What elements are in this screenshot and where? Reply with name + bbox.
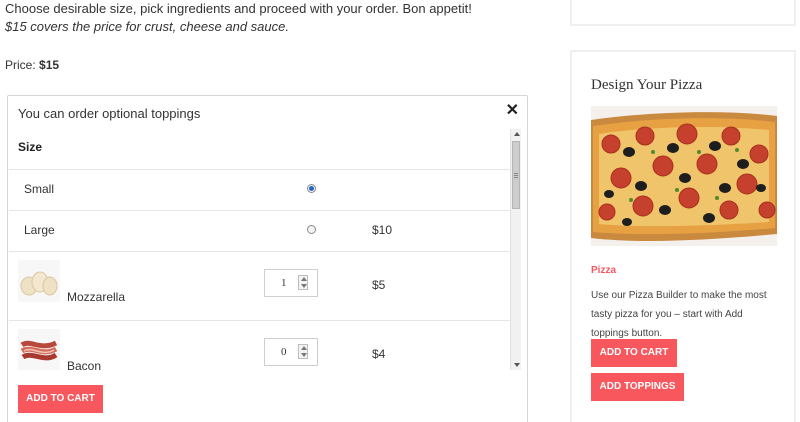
topping-label: Bacon [67,359,102,370]
scroll-down-icon[interactable] [514,363,520,367]
mozzarella-image [18,260,60,302]
quantity-stepper-mozzarella[interactable]: 1 [264,269,318,297]
widget-title: Design Your Pizza [591,77,703,93]
add-toppings-button[interactable]: ADD TOPPINGS [591,373,684,401]
spin-down-icon[interactable] [301,353,307,357]
size-label: Small [24,182,55,196]
topping-row-mozzarella: Mozzarella 1 $5 [9,251,511,320]
intro-text: Choose desirable size, pick ingredients … [5,0,545,36]
sidebar-widget-top [570,0,796,26]
spin-up-icon[interactable] [301,346,307,350]
toppings-panel: You can order optional toppings ✕ Size S… [7,95,528,422]
design-pizza-widget: Design Your Pizza Pizza Use our Pizza Bu… [570,50,796,422]
intro-note: $15 covers the price for crust, cheese a… [5,19,289,34]
spin-buttons[interactable] [298,344,308,359]
grip-icon [514,173,518,174]
close-icon[interactable]: ✕ [506,103,519,119]
intro-line: Choose desirable size, pick ingredients … [5,1,472,16]
size-price: $10 [372,223,393,237]
topping-price: $5 [372,278,386,292]
topping-price: $4 [372,347,386,361]
product-name[interactable]: Pizza [591,265,616,276]
topping-row-bacon: Bacon 0 $4 [9,320,511,370]
scrollbar[interactable] [510,129,521,370]
topping-label: Mozzarella [67,290,126,304]
pizza-image [591,106,777,246]
size-radio-large[interactable] [307,225,316,234]
bacon-image [18,329,60,370]
spin-buttons[interactable] [298,275,308,290]
scroll-up-icon[interactable] [514,132,520,136]
size-option-small: Small [9,169,511,210]
add-to-cart-button[interactable]: ADD TO CART [18,385,103,413]
spin-up-icon[interactable] [301,277,307,281]
size-heading: Size [18,140,43,154]
quantity-value: 0 [281,346,287,358]
sidebar-add-to-cart-button[interactable]: ADD TO CART [591,339,677,367]
widget-description: Use our Pizza Builder to make the most t… [591,290,767,339]
spin-down-icon[interactable] [301,284,307,288]
size-radio-small[interactable] [307,184,316,193]
size-label: Large [24,223,55,237]
toppings-scroll-area[interactable]: Size Small Large $10 Mozzarella 1 $5 Bac… [9,128,520,370]
size-option-large: Large $10 [9,210,511,251]
price-display: Price: $15 [5,58,59,72]
quantity-value: 1 [281,277,287,289]
scrollbar-thumb[interactable] [512,141,520,209]
price-label: Price: [5,58,36,72]
quantity-stepper-bacon[interactable]: 0 [264,338,318,366]
price-value: $15 [39,58,60,72]
panel-title: You can order optional toppings [18,106,201,121]
